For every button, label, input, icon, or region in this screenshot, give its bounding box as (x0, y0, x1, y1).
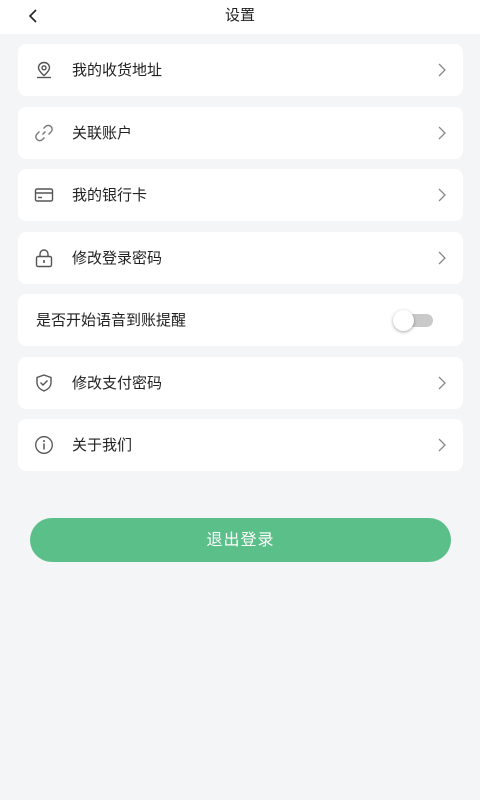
settings-item-linked-accounts[interactable]: 关联账户 (18, 106, 463, 159)
settings-item-payment-password[interactable]: 修改支付密码 (18, 356, 463, 409)
chevron-right-icon (435, 375, 449, 391)
shield-check-icon (34, 373, 54, 393)
settings-list: 我的收货地址 关联账户 我的银行卡 修改登录密码 是否开始语音到账提醒 修改支付… (18, 44, 463, 482)
logout-button[interactable]: 退出登录 (30, 518, 451, 562)
settings-item-label: 关联账户 (72, 123, 133, 142)
chevron-right-icon (435, 437, 449, 453)
link-icon (34, 123, 54, 143)
settings-item-about-us[interactable]: 关于我们 (18, 419, 463, 471)
lock-icon (34, 248, 54, 268)
settings-item-address[interactable]: 我的收货地址 (18, 44, 463, 96)
chevron-right-icon (435, 125, 449, 141)
settings-item-bank-card[interactable]: 我的银行卡 (18, 169, 463, 221)
settings-item-label: 我的收货地址 (72, 61, 163, 79)
settings-item-label: 修改支付密码 (72, 373, 163, 392)
chevron-right-icon (435, 62, 449, 78)
voice-notification-toggle[interactable] (393, 310, 433, 331)
settings-item-label: 关于我们 (72, 436, 133, 454)
settings-item-login-password[interactable]: 修改登录密码 (18, 231, 463, 284)
location-pin-icon (34, 60, 54, 80)
chevron-right-icon (435, 250, 449, 266)
page-title: 设置 (224, 6, 255, 24)
header-bar: 设置 (0, 0, 480, 34)
toggle-knob (393, 310, 414, 331)
settings-item-label: 是否开始语音到账提醒 (36, 311, 187, 329)
bank-card-icon (34, 185, 54, 205)
info-circle-icon (34, 435, 54, 455)
settings-item-label: 我的银行卡 (72, 186, 148, 204)
chevron-right-icon (435, 187, 449, 203)
settings-item-label: 修改登录密码 (72, 248, 163, 267)
settings-item-voice-notification: 是否开始语音到账提醒 (18, 294, 463, 346)
